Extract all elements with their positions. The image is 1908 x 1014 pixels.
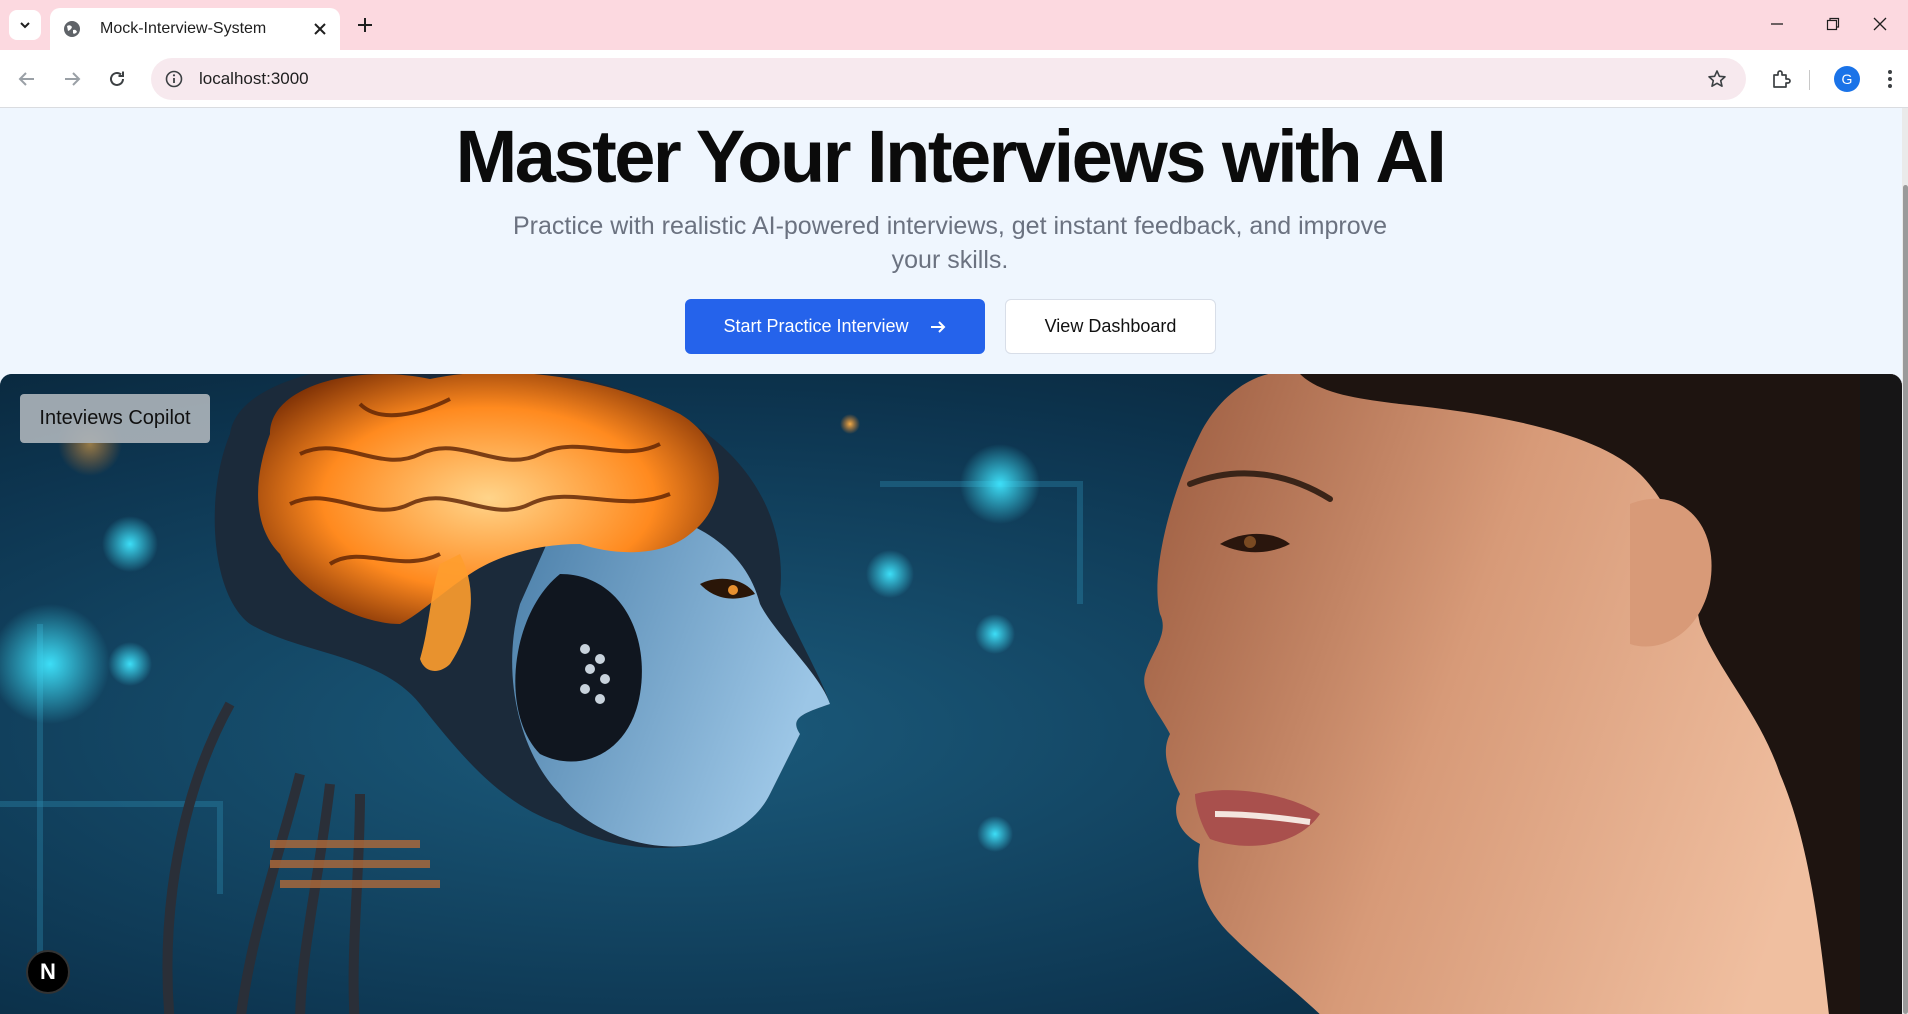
url-text[interactable]: localhost:3000	[199, 69, 1702, 89]
back-button[interactable]	[10, 62, 44, 96]
arrow-right-icon	[65, 72, 81, 86]
arrow-left-icon	[18, 72, 34, 86]
view-dashboard-label: View Dashboard	[1044, 316, 1177, 336]
star-icon	[1708, 70, 1726, 87]
dev-tools-indicator[interactable]: N	[26, 950, 70, 994]
close-tab-button[interactable]	[308, 17, 332, 41]
chevron-down-icon	[20, 22, 30, 29]
tab-search-button[interactable]	[9, 10, 41, 40]
profile-button[interactable]: G	[1830, 62, 1864, 96]
extensions-button[interactable]	[1764, 62, 1798, 96]
reload-button[interactable]	[100, 62, 134, 96]
toolbar-divider	[1809, 70, 1810, 90]
ai-robot-and-woman-illustration	[0, 374, 1902, 1014]
hero-subtitle-line-2: your skills.	[891, 246, 1009, 274]
forward-button[interactable]	[55, 62, 89, 96]
new-tab-button[interactable]	[351, 11, 379, 39]
start-practice-interview-label: Start Practice Interview	[723, 316, 909, 336]
avatar: G	[1834, 66, 1860, 92]
tab-strip: Mock-Interview-System	[0, 0, 1908, 50]
view-dashboard-button[interactable]: View Dashboard	[1005, 299, 1216, 354]
browser-menu-button[interactable]	[1875, 62, 1905, 96]
tab-title: Mock-Interview-System	[100, 20, 267, 37]
arrow-right-icon	[930, 320, 945, 333]
hero-image: Inteviews Copilot	[0, 374, 1902, 1014]
close-icon	[1873, 17, 1887, 31]
plus-icon	[358, 18, 372, 32]
info-icon[interactable]	[163, 68, 185, 90]
reload-icon	[110, 71, 124, 86]
interviews-copilot-badge: Inteviews Copilot	[20, 394, 210, 443]
hero-subtitle-line-1: Practice with realistic AI-powered inter…	[512, 212, 1388, 240]
restore-icon	[1826, 17, 1840, 31]
close-icon	[314, 23, 326, 35]
browser-toolbar: localhost:3000 G	[0, 50, 1908, 108]
close-window-button[interactable]	[1852, 0, 1908, 48]
kebab-menu-icon	[1888, 70, 1892, 88]
address-bar[interactable]: localhost:3000	[151, 58, 1746, 100]
start-practice-interview-button[interactable]: Start Practice Interview	[685, 299, 985, 354]
globe-icon	[62, 19, 82, 39]
page-scrollbar-thumb[interactable]	[1903, 185, 1908, 1014]
puzzle-icon	[1773, 70, 1791, 88]
hero-title: Master Your Interviews with AI	[455, 115, 1447, 198]
minimize-button[interactable]	[1749, 0, 1805, 48]
page-content: Master Your Interviews with AI Practice …	[0, 108, 1908, 1014]
minimize-icon	[1771, 23, 1783, 25]
bookmark-star-button[interactable]	[1702, 64, 1732, 94]
browser-tab[interactable]: Mock-Interview-System	[50, 8, 340, 50]
